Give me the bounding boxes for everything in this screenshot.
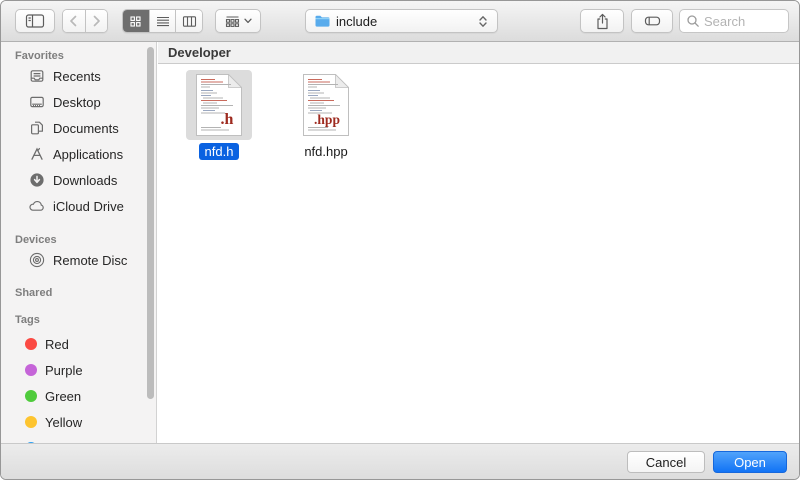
chevron-down-icon [244, 18, 252, 24]
back-button[interactable] [63, 10, 85, 32]
grid-view-button[interactable] [123, 10, 149, 32]
sidebar-item-label: Purple [45, 363, 83, 378]
tag-dot [25, 390, 37, 402]
tag-dot [25, 338, 37, 350]
list-view-button[interactable] [149, 10, 176, 32]
open-file-dialog: include [0, 0, 800, 480]
sidebar-item-tag-purple[interactable]: Purple [1, 357, 156, 383]
list-view-icon [156, 15, 170, 28]
file-icon-highlight: .h [186, 70, 252, 140]
search-icon [686, 14, 700, 28]
sidebar-item-label: Red [45, 337, 69, 352]
sidebar-item-tag-green[interactable]: Green [1, 383, 156, 409]
icloud-icon [28, 198, 45, 215]
updown-chevrons-icon [477, 15, 489, 28]
dialog-footer: Cancel Open [1, 443, 799, 479]
folder-icon [314, 14, 331, 28]
applications-icon [28, 146, 45, 163]
desktop-icon [28, 94, 45, 111]
sidebar-item-applications[interactable]: Applications [1, 141, 156, 167]
sidebar-item-label: Downloads [53, 173, 117, 188]
arrange-grid-icon [225, 15, 240, 28]
current-folder-dropdown[interactable]: include [305, 9, 498, 33]
sidebar-toggle-button[interactable] [15, 9, 55, 33]
open-button[interactable]: Open [713, 451, 787, 473]
column-view-button[interactable] [175, 10, 202, 32]
recents-icon [28, 68, 45, 85]
documents-icon [28, 120, 45, 137]
sidebar-item-label: Documents [53, 121, 119, 136]
sidebar-item-icloud-drive[interactable]: iCloud Drive [1, 193, 156, 219]
sidebar-item-recents[interactable]: Recents [1, 63, 156, 89]
sidebar: Favorites Recents Desktop [1, 42, 157, 443]
nav-buttons [62, 9, 108, 33]
group-header-label: Developer [168, 45, 231, 60]
remote-disc-icon [28, 252, 45, 269]
tag-dot [25, 416, 37, 428]
file-name-label: nfd.h [199, 143, 240, 160]
toolbar: include [1, 1, 799, 42]
grid-view-icon [129, 15, 142, 28]
tag-button[interactable] [631, 9, 673, 33]
header-file-icon: .h [196, 74, 242, 136]
sidebar-item-remote-disc[interactable]: Remote Disc [1, 247, 156, 273]
sidebar-item-label: Recents [53, 69, 101, 84]
sidebar-scrollbar-thumb[interactable] [147, 47, 154, 399]
file-name-label: nfd.hpp [298, 143, 353, 160]
cancel-button[interactable]: Cancel [627, 451, 705, 473]
downloads-icon [28, 172, 45, 189]
tag-icon [644, 14, 661, 28]
header-file-icon: .hpp [303, 74, 349, 136]
sidebar-item-label: Remote Disc [53, 253, 127, 268]
view-mode-segmented-control [122, 9, 203, 33]
file-item-nfd-h[interactable]: .h nfd.h [179, 70, 259, 160]
forward-chevron-icon [89, 14, 103, 28]
group-header: Developer [158, 42, 799, 64]
sidebar-item-tag-yellow[interactable]: Yellow [1, 409, 156, 435]
sidebar-item-label: iCloud Drive [53, 199, 124, 214]
shared-section-header: Shared [1, 286, 156, 300]
sidebar-item-documents[interactable]: Documents [1, 115, 156, 141]
sidebar-item-label: Desktop [53, 95, 101, 110]
tag-dot [25, 364, 37, 376]
file-item-nfd-hpp[interactable]: .hpp nfd.hpp [286, 70, 366, 160]
share-button[interactable] [580, 9, 624, 33]
sidebar-item-tag-red[interactable]: Red [1, 331, 156, 357]
forward-button[interactable] [85, 10, 108, 32]
favorites-section-header: Favorites [1, 49, 156, 63]
arrange-button[interactable] [215, 9, 261, 33]
column-view-icon [182, 15, 197, 28]
sidebar-item-desktop[interactable]: Desktop [1, 89, 156, 115]
devices-section-header: Devices [1, 233, 156, 247]
current-folder-label: include [336, 14, 472, 29]
sidebar-toggle-icon [25, 13, 45, 29]
file-browser-pane: Developer [158, 42, 799, 443]
file-ext-badge: .hpp [314, 112, 340, 127]
sidebar-item-label: Yellow [45, 415, 82, 430]
file-ext-badge: .h [221, 111, 234, 128]
tags-section-header: Tags [1, 313, 156, 327]
sidebar-item-label: Green [45, 389, 81, 404]
file-icon-wrap: .hpp [293, 70, 359, 140]
search-field [679, 9, 789, 33]
sidebar-item-downloads[interactable]: Downloads [1, 167, 156, 193]
back-chevron-icon [67, 14, 81, 28]
share-icon [595, 13, 610, 30]
sidebar-item-tag-blue-clipped[interactable] [1, 435, 156, 443]
sidebar-item-label: Applications [53, 147, 123, 162]
